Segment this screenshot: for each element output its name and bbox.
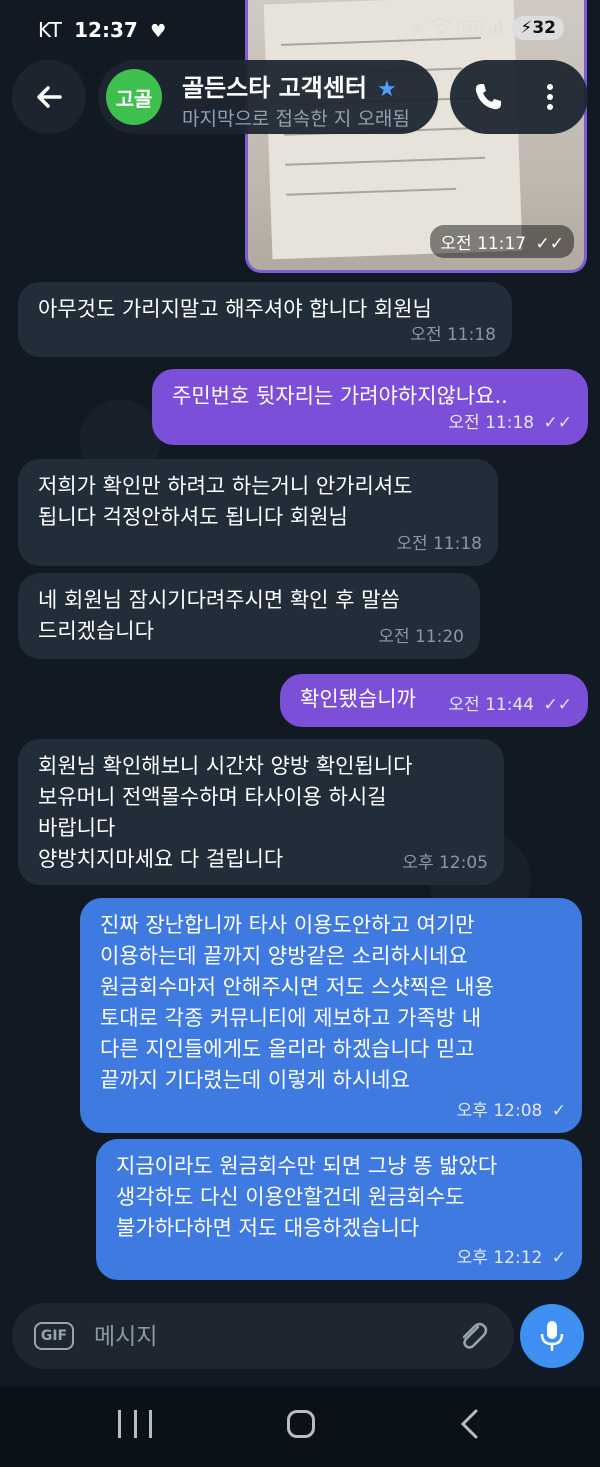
- status-bar: KT 12:37 ♥ 🔇︎ HD ⚡32: [0, 0, 600, 62]
- microphone-icon: [540, 1321, 564, 1351]
- wifi-icon: [430, 17, 452, 39]
- recent-apps-button[interactable]: [118, 1410, 152, 1438]
- message-incoming[interactable]: 회원님 확인해보니 시간차 양방 확인됩니다 보유머니 전액몰수하며 타사이용 …: [18, 739, 504, 885]
- gif-button[interactable]: GIF: [34, 1322, 74, 1350]
- star-icon: ★: [377, 77, 397, 102]
- double-check-icon: ✓✓: [538, 413, 572, 433]
- check-icon: ✓: [546, 1248, 566, 1268]
- message-time: 오전 11:18: [396, 534, 482, 554]
- message-time: 오전 11:18: [410, 325, 496, 345]
- message-incoming[interactable]: 네 회원님 잠시기다려주시면 확인 후 말씀 드리겠습니다 오전 11:20: [18, 573, 480, 659]
- message-text: 지금이라도 원금회수만 되면 그냥 똥 밟았다 생각하도 다신 이용안할건데 원…: [116, 1154, 498, 1240]
- message-input[interactable]: 메시지: [94, 1317, 157, 1351]
- chat-title: 골든스타 고객센터 ★: [182, 74, 397, 102]
- double-check-icon: ✓✓: [530, 234, 564, 254]
- message-outgoing[interactable]: 지금이라도 원금회수만 되면 그냥 똥 밟았다 생각하도 다신 이용안할건데 원…: [96, 1139, 582, 1280]
- message-outgoing[interactable]: 확인됐습니까 오전 11:44 ✓✓: [280, 674, 588, 727]
- carrier: KT: [38, 18, 62, 42]
- image-timestamp: 오전 11:17 ✓✓: [430, 225, 574, 258]
- message-composer: GIF 메시지: [12, 1303, 514, 1369]
- mute-icon: 🔇︎: [414, 19, 424, 37]
- heart-icon: ♥: [150, 21, 167, 42]
- attach-button[interactable]: [456, 1319, 490, 1353]
- voice-record-button[interactable]: [520, 1304, 584, 1368]
- message-outgoing[interactable]: 진짜 장난합니까 타사 이용도안하고 여기만 이용하는데 끝까지 양방같은 소리…: [80, 898, 582, 1133]
- back-button[interactable]: [12, 60, 86, 134]
- message-incoming[interactable]: 아무것도 가리지말고 해주셔야 합니다 회원님 오전 11:18: [18, 282, 512, 357]
- chevron-left-icon: [460, 1409, 478, 1439]
- message-text: 저희가 확인만 하려고 하는거니 안가리셔도 됩니다 걱정안하셔도 됩니다 회원…: [38, 474, 413, 529]
- header-actions: [450, 60, 588, 134]
- arrow-left-icon: [37, 86, 62, 108]
- message-meta: 오전 11:18 ✓✓: [448, 413, 572, 433]
- system-navigation-bar: [0, 1386, 600, 1467]
- paperclip-icon: [462, 1322, 488, 1349]
- message-meta: 오후 12:08 ✓: [456, 1101, 566, 1121]
- home-button[interactable]: [287, 1410, 315, 1438]
- message-meta: 오전 11:44 ✓✓: [448, 695, 572, 715]
- chat-header[interactable]: 고골 골든스타 고객센터 ★ 마지막으로 접속한 지 오래됨: [98, 60, 438, 134]
- message-incoming[interactable]: 저희가 확인만 하려고 하는거니 안가리셔도 됩니다 걱정안하셔도 됩니다 회원…: [18, 459, 498, 566]
- message-time: 오후 12:05: [402, 853, 488, 873]
- hd-icon: HD: [457, 20, 483, 36]
- more-vertical-icon: [547, 84, 553, 110]
- check-icon: ✓: [546, 1101, 566, 1121]
- battery-icon: ⚡32: [512, 16, 564, 40]
- message-time: 오전 11:20: [378, 627, 464, 647]
- chat-status: 마지막으로 접속한 지 오래됨: [182, 108, 410, 130]
- message-meta: 오후 12:12 ✓: [456, 1248, 566, 1268]
- clock: 12:37: [74, 18, 138, 42]
- phone-icon: [475, 84, 501, 110]
- double-check-icon: ✓✓: [538, 695, 572, 715]
- signal-icon: [488, 17, 506, 39]
- message-text: 진짜 장난합니까 타사 이용도안하고 여기만 이용하는데 끝까지 양방같은 소리…: [100, 913, 494, 1092]
- message-outgoing[interactable]: 주민번호 뒷자리는 가려야하지않나요.. 오전 11:18 ✓✓: [152, 369, 588, 445]
- more-options-button[interactable]: [530, 77, 570, 117]
- avatar[interactable]: 고골: [106, 69, 162, 125]
- system-back-button[interactable]: [458, 1408, 480, 1444]
- call-button[interactable]: [468, 77, 508, 117]
